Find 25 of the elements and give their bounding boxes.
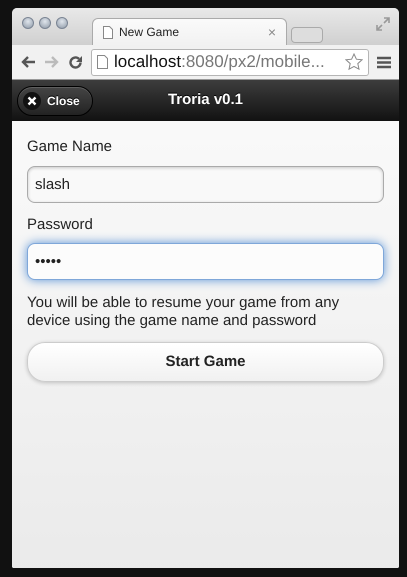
input-field[interactable]: slash <box>27 166 384 202</box>
close-window-button[interactable] <box>22 17 34 29</box>
fullscreen-icon[interactable] <box>376 17 390 31</box>
address-bar[interactable]: localhost:8080/px2/mobile... <box>91 48 369 76</box>
browser-tab[interactable]: New Game × <box>92 18 287 45</box>
field-label: Password <box>27 214 93 234</box>
forward-icon[interactable] <box>44 55 60 69</box>
zoom-button[interactable] <box>56 17 68 29</box>
page-title: Troria v0.1 <box>168 91 244 108</box>
star-icon[interactable] <box>345 53 363 71</box>
page-icon <box>103 26 113 38</box>
tab-title: New Game <box>119 24 180 41</box>
close-icon <box>23 92 41 110</box>
field-label: Game Name <box>27 137 112 157</box>
menu-icon[interactable] <box>377 56 391 68</box>
reload-icon[interactable] <box>68 54 83 70</box>
help-text: You will be able to resume your game from any device using the game name and password <box>27 294 340 330</box>
minimize-button[interactable] <box>39 17 51 29</box>
start-game-button[interactable]: Start Game <box>27 342 384 382</box>
close-button[interactable]: Close <box>17 86 93 116</box>
input-field[interactable]: ••••• <box>27 243 384 280</box>
page-icon <box>97 55 108 69</box>
back-icon[interactable] <box>20 55 36 69</box>
url-text: localhost:8080/px2/mobile... <box>114 51 326 74</box>
new-tab-button[interactable] <box>291 27 323 43</box>
